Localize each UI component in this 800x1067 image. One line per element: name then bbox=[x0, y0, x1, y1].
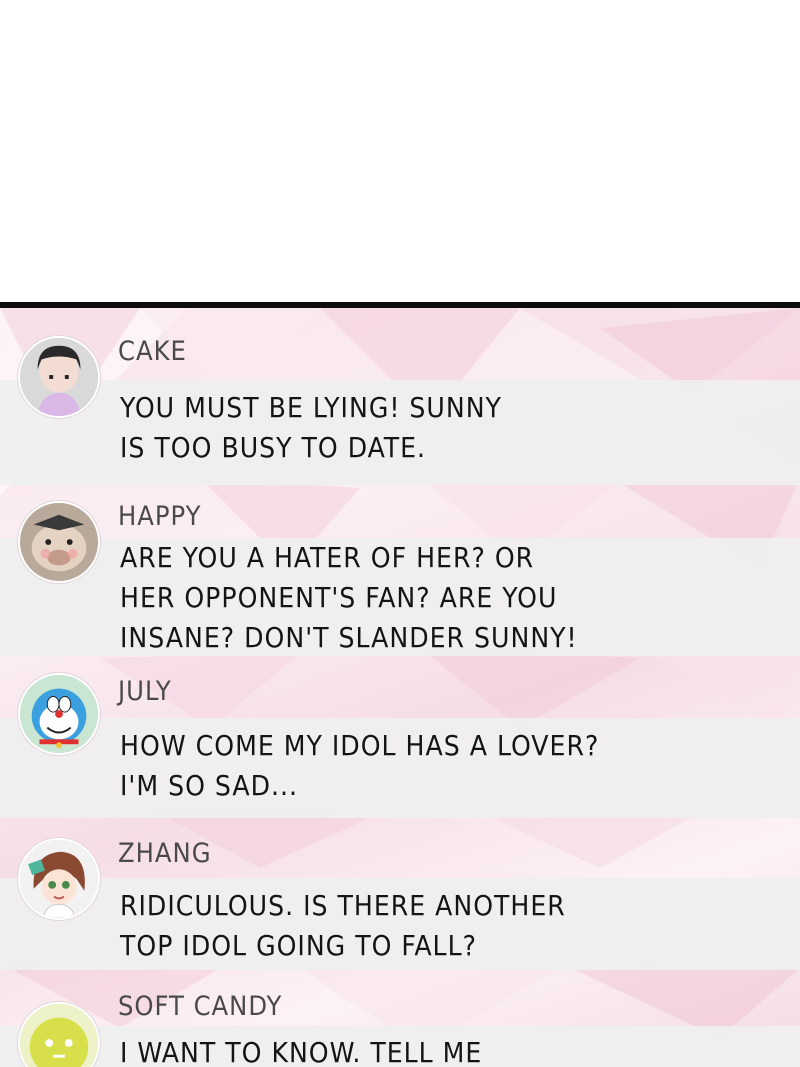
comment-text: RIDICULOUS. IS THERE ANOTHER TOP IDOL GO… bbox=[120, 886, 566, 966]
comment-line: INSANE? DON'T SLANDER SUNNY! bbox=[120, 621, 578, 654]
avatar[interactable] bbox=[18, 501, 100, 583]
comment-line: TOP IDOL GOING TO FALL? bbox=[120, 929, 477, 962]
comment-line: I WANT TO KNOW. TELL ME bbox=[120, 1036, 483, 1067]
comment-text: YOU MUST BE LYING! SUNNY IS TOO BUSY TO … bbox=[120, 388, 502, 468]
avatar[interactable] bbox=[18, 838, 100, 920]
comment-feed: CAKE YOU MUST BE LYING! SUNNY IS TOO BUS… bbox=[0, 308, 800, 1067]
blank-panel bbox=[0, 0, 800, 303]
comment-line: RIDICULOUS. IS THERE ANOTHER bbox=[120, 889, 566, 922]
comment-text: ARE YOU A HATER OF HER? OR HER OPPONENT'… bbox=[120, 538, 578, 658]
comment-text: I WANT TO KNOW. TELL ME bbox=[120, 1033, 482, 1067]
comment-line: IS TOO BUSY TO DATE. bbox=[120, 431, 427, 464]
comment-line: YOU MUST BE LYING! SUNNY bbox=[120, 391, 502, 424]
comment-line: HOW COME MY IDOL HAS A LOVER? bbox=[120, 729, 600, 762]
username: CAKE bbox=[118, 336, 187, 367]
username: HAPPY bbox=[118, 501, 202, 532]
username: SOFT CANDY bbox=[118, 991, 283, 1022]
comment-text: HOW COME MY IDOL HAS A LOVER? I'M SO SAD… bbox=[120, 726, 599, 806]
avatar[interactable] bbox=[18, 673, 100, 755]
comment-line: ARE YOU A HATER OF HER? OR bbox=[120, 541, 535, 574]
username: ZHANG bbox=[118, 838, 212, 869]
comment-line: I'M SO SAD... bbox=[120, 769, 299, 802]
comment-line: HER OPPONENT'S FAN? ARE YOU bbox=[120, 581, 558, 614]
avatar[interactable] bbox=[18, 336, 100, 418]
username: JULY bbox=[118, 676, 172, 707]
